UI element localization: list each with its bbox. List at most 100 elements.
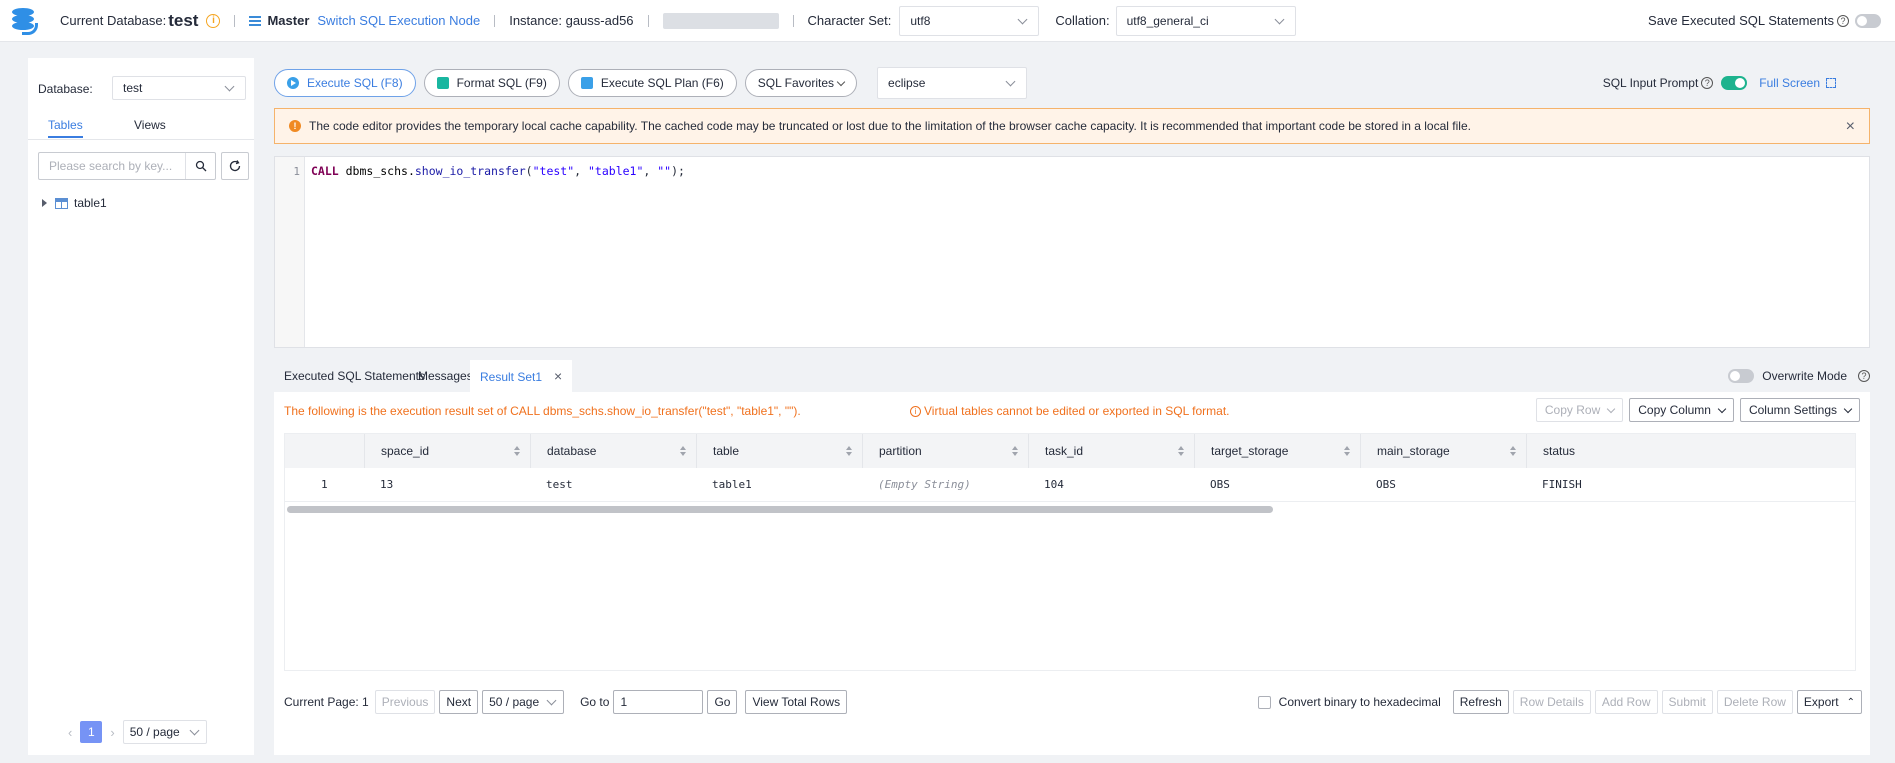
page-size-select[interactable]: 50 / page xyxy=(482,690,565,714)
app-logo-icon xyxy=(8,5,40,37)
view-total-rows-button[interactable]: View Total Rows xyxy=(745,690,848,714)
save-executed-label: Save Executed SQL Statements xyxy=(1648,13,1834,28)
page-number[interactable]: 1 xyxy=(80,721,103,743)
previous-button[interactable]: Previous xyxy=(374,690,436,714)
help-icon[interactable]: ? xyxy=(1701,77,1714,89)
current-database-label: Current Database: xyxy=(60,13,167,28)
server-icon xyxy=(249,15,262,26)
tab-views[interactable]: Views xyxy=(134,118,166,132)
info-circle-icon[interactable]: i xyxy=(206,13,221,28)
sort-icon[interactable] xyxy=(1510,446,1516,456)
table-cell[interactable]: (Empty String) xyxy=(862,468,971,502)
chevron-down-icon xyxy=(1717,404,1727,413)
editor-gutter: 1 xyxy=(275,157,305,347)
sql-editor[interactable]: 1 CALL dbms_schs.show_io_transfer("test"… xyxy=(274,156,1870,348)
sql-input-prompt-toggle[interactable] xyxy=(1721,76,1748,90)
copy-column-button[interactable]: Copy Column xyxy=(1629,398,1734,422)
database-select[interactable]: test xyxy=(112,76,246,100)
close-icon[interactable]: × xyxy=(1846,118,1855,136)
table-cell[interactable]: OBS xyxy=(1194,468,1230,502)
goto-page-input[interactable]: 1 xyxy=(613,690,704,714)
collation-select[interactable]: utf8_general_ci xyxy=(1115,5,1296,36)
chevron-down-icon xyxy=(1607,404,1616,413)
table-row[interactable]: 1 13 test table1 (Empty String) 104 OBS … xyxy=(285,468,1855,502)
sort-icon[interactable] xyxy=(1178,446,1184,456)
sort-icon[interactable] xyxy=(1012,446,1018,456)
tab-tables[interactable]: Tables xyxy=(48,118,83,138)
tree-item-table1[interactable]: table1 xyxy=(42,196,107,210)
column-header-status[interactable]: status xyxy=(1526,434,1855,468)
search-button[interactable] xyxy=(185,153,215,179)
database-value: test xyxy=(123,81,143,95)
column-header-target-storage[interactable]: target_storage xyxy=(1194,434,1360,468)
instance-label: Instance: gauss-ad56 xyxy=(509,13,634,28)
submit-button[interactable]: Submit xyxy=(1661,690,1713,714)
line-number: 1 xyxy=(293,165,300,178)
delete-row-button[interactable]: Delete Row xyxy=(1716,690,1793,714)
overwrite-mode-toggle[interactable] xyxy=(1728,369,1755,383)
column-header-main-storage[interactable]: main_storage xyxy=(1360,434,1526,468)
chevron-up-icon: ⌃ xyxy=(1846,696,1855,708)
execute-plan-button[interactable]: Execute SQL Plan (F6) xyxy=(567,69,737,97)
execute-sql-button[interactable]: Execute SQL (F8) xyxy=(274,69,416,97)
help-icon[interactable]: ? xyxy=(1837,14,1849,27)
table-cell[interactable]: 13 xyxy=(364,468,393,502)
column-header-database[interactable]: database xyxy=(530,434,696,468)
table-cell[interactable]: FINISH xyxy=(1526,468,1582,502)
refresh-button[interactable]: Refresh xyxy=(1452,690,1509,714)
sql-favorites-button[interactable]: SQL Favorites xyxy=(744,69,858,97)
column-header-task-id[interactable]: task_id xyxy=(1028,434,1194,468)
refresh-tree-button[interactable] xyxy=(221,152,249,180)
sql-toolbar: Execute SQL (F8) Format SQL (F9) Execute… xyxy=(274,67,1028,99)
row-index-cell: 1 xyxy=(321,478,328,491)
column-header-space-id[interactable]: space_id xyxy=(364,434,530,468)
next-page-icon[interactable]: › xyxy=(110,725,114,740)
table-icon xyxy=(55,197,68,209)
export-button[interactable]: Export ⌃ xyxy=(1796,690,1862,714)
full-screen-link[interactable]: Full Screen xyxy=(1759,76,1820,90)
code-schema: dbms_schs. xyxy=(338,164,415,178)
editor-theme-select[interactable]: eclipse xyxy=(877,67,1028,99)
close-icon[interactable]: × xyxy=(554,368,562,384)
table-cell[interactable]: OBS xyxy=(1360,468,1396,502)
tab-result-set1[interactable]: Result Set1 × xyxy=(470,360,573,392)
page-size-select[interactable]: 50 / page xyxy=(122,720,207,744)
result-row-actions: Convert binary to hexadecimal Refresh Ro… xyxy=(1257,690,1866,714)
charset-select[interactable]: utf8 xyxy=(899,5,1040,36)
column-settings-button[interactable]: Column Settings xyxy=(1739,398,1860,422)
virtual-table-warning: i Virtual tables cannot be edited or exp… xyxy=(910,404,1230,418)
sql-code[interactable]: CALL dbms_schs.show_io_transfer("test", … xyxy=(311,164,685,178)
copy-row-label: Copy Row xyxy=(1544,403,1601,417)
fullscreen-icon[interactable] xyxy=(1826,78,1836,88)
sort-icon[interactable] xyxy=(1344,446,1350,456)
column-header-partition[interactable]: partition xyxy=(862,434,1028,468)
next-button[interactable]: Next xyxy=(439,690,479,714)
current-page-label: Current Page: 1 xyxy=(284,695,369,709)
switch-sql-node-link[interactable]: Switch SQL Execution Node xyxy=(317,13,480,28)
prev-page-icon[interactable]: ‹ xyxy=(68,725,72,740)
table-cell[interactable]: test xyxy=(530,468,573,502)
search-input[interactable] xyxy=(39,154,185,178)
help-icon[interactable]: ? xyxy=(1858,370,1870,382)
table-cell[interactable]: 104 xyxy=(1028,468,1064,502)
row-details-button[interactable]: Row Details xyxy=(1512,690,1591,714)
convert-binary-checkbox[interactable] xyxy=(1257,695,1271,709)
code-sep: , xyxy=(643,164,658,178)
column-header-table[interactable]: table xyxy=(696,434,862,468)
add-row-button[interactable]: Add Row xyxy=(1594,690,1658,714)
collation-value: utf8_general_ci xyxy=(1126,13,1209,28)
table-cell[interactable]: table1 xyxy=(696,468,752,502)
sort-icon[interactable] xyxy=(514,446,520,456)
object-search xyxy=(38,152,216,180)
horizontal-scrollbar[interactable] xyxy=(287,506,1273,513)
sort-icon[interactable] xyxy=(846,446,852,456)
copy-row-button[interactable]: Copy Row xyxy=(1535,398,1624,422)
go-button[interactable]: Go xyxy=(707,690,738,714)
format-sql-button[interactable]: Format SQL (F9) xyxy=(423,69,560,97)
code-arg: "test" xyxy=(532,164,575,178)
save-executed-toggle[interactable] xyxy=(1855,13,1881,28)
sort-icon[interactable] xyxy=(680,446,686,456)
cache-notice: ! The code editor provides the temporary… xyxy=(274,108,1870,144)
overwrite-mode-label: Overwrite Mode xyxy=(1762,369,1847,383)
expand-arrow-icon[interactable] xyxy=(42,199,47,207)
